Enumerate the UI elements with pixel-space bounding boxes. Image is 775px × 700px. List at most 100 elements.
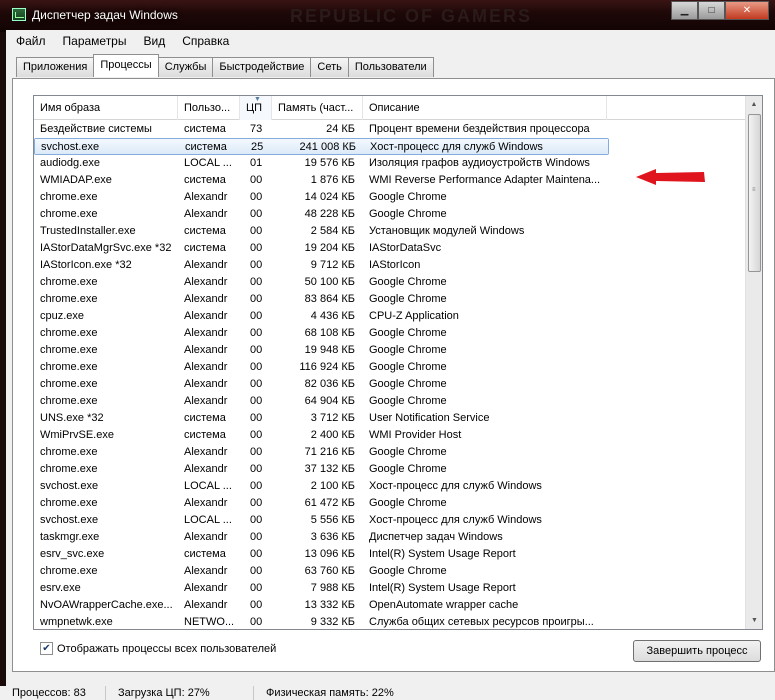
process-name: chrome.exe [40, 497, 98, 509]
table-row[interactable]: chrome.exe Alexandr 00 14 024 КБ Google Chro… [34, 189, 746, 206]
tab-strip: Приложения Процессы Службы Быстродействи… [16, 54, 434, 77]
table-row[interactable]: chrome.exe Alexandr 00 37 132 КБ Google Chro… [34, 461, 746, 478]
maximize-button[interactable]: □ [698, 1, 725, 20]
process-name: IAStorDataMgrSvc.exe *32 [40, 242, 172, 254]
process-memory: 2 584 КБ [310, 225, 355, 237]
status-bar: Процессов: 83 Загрузка ЦП: 27% Физическа… [0, 686, 775, 700]
process-description: Google Chrome [369, 565, 447, 577]
table-row-selected[interactable]: svchost.exe система 25 241 008 КБ Хост-проце… [34, 138, 746, 155]
column-header-name[interactable]: Имя образа [34, 96, 178, 120]
table-row[interactable]: chrome.exe Alexandr 00 83 864 КБ Google Chro… [34, 291, 746, 308]
end-process-button[interactable]: Завершить процесс [633, 640, 761, 662]
process-memory: 2 100 КБ [310, 480, 355, 492]
process-memory: 9 332 КБ [310, 616, 355, 628]
vertical-scrollbar[interactable]: ▲ ≡ ▼ [745, 96, 762, 629]
table-row[interactable]: IAStorDataMgrSvc.exe *32 система 00 19 204 … [34, 240, 746, 257]
table-row[interactable]: taskmgr.exe Alexandr 00 3 636 КБ Диспетчер з… [34, 529, 746, 546]
menu-file[interactable]: Файл [6, 32, 53, 52]
table-row[interactable]: TrustedInstaller.exe система 00 2 584 КБ Уст… [34, 223, 746, 240]
menu-bar: Файл Параметры Вид Справка [6, 32, 237, 52]
status-cpu-usage: Загрузка ЦП: 27% [106, 686, 254, 700]
process-rows: Бездействие системы система 73 24 КБ Процент… [34, 121, 746, 629]
wallpaper-watermark: REPUBLIC OF GAMERS [290, 6, 533, 26]
table-row[interactable]: chrome.exe Alexandr 00 68 108 КБ Google Chro… [34, 325, 746, 342]
process-memory: 14 024 КБ [304, 191, 355, 203]
table-row[interactable]: wmpnetwk.exe NETWO... 00 9 332 КБ Служба общ… [34, 614, 746, 629]
tab-processes[interactable]: Процессы [93, 54, 159, 77]
tab-performance[interactable]: Быстродействие [212, 57, 312, 77]
process-description: Intel(R) System Usage Report [369, 582, 516, 594]
process-user: LOCAL ... [184, 157, 232, 169]
process-memory: 5 556 КБ [310, 514, 355, 526]
process-description: Google Chrome [369, 208, 447, 220]
minimize-button[interactable]: ▁ [671, 1, 698, 20]
table-row[interactable]: chrome.exe Alexandr 00 50 100 КБ Google Chro… [34, 274, 746, 291]
column-header-cpu[interactable]: ▼ ЦП [240, 96, 272, 120]
process-memory: 9 712 КБ [310, 259, 355, 271]
tab-networking[interactable]: Сеть [310, 57, 349, 77]
process-description: Изоляция графов аудиоустройств Windows [369, 157, 590, 169]
process-memory: 71 216 КБ [304, 446, 355, 458]
table-row[interactable]: UNS.exe *32 система 00 3 712 КБ User Notific… [34, 410, 746, 427]
status-process-count: Процессов: 83 [0, 686, 106, 700]
table-row[interactable]: chrome.exe Alexandr 00 48 228 КБ Google Chro… [34, 206, 746, 223]
process-memory: 19 948 КБ [304, 344, 355, 356]
process-description: OpenAutomate wrapper cache [369, 599, 519, 611]
table-row[interactable]: chrome.exe Alexandr 00 61 472 КБ Google Chro… [34, 495, 746, 512]
process-description: IAStorIcon [369, 259, 421, 271]
table-row[interactable]: chrome.exe Alexandr 00 116 924 КБ Google Chr… [34, 359, 746, 376]
process-cpu: 00 [250, 361, 263, 373]
scroll-up-arrow-icon[interactable]: ▲ [746, 96, 762, 113]
table-row[interactable]: esrv_svc.exe система 00 13 096 КБ Intel(R) S… [34, 546, 746, 563]
process-user: система [184, 123, 226, 135]
table-row[interactable]: svchost.exe LOCAL ... 00 2 100 КБ Хост-проце… [34, 478, 746, 495]
table-row[interactable]: chrome.exe Alexandr 00 82 036 КБ Google Chro… [34, 376, 746, 393]
process-cpu: 00 [250, 497, 263, 509]
tab-users[interactable]: Пользователи [347, 57, 434, 77]
process-user: система [184, 174, 226, 186]
process-name: chrome.exe [40, 446, 98, 458]
table-row[interactable]: chrome.exe Alexandr 00 63 760 КБ Google Chro… [34, 563, 746, 580]
process-description: Google Chrome [369, 191, 447, 203]
process-name: NvOAWrapperCache.exe... [40, 599, 173, 611]
menu-options[interactable]: Параметры [53, 32, 134, 52]
menu-view[interactable]: Вид [133, 32, 172, 52]
process-cpu: 00 [250, 480, 263, 492]
table-row[interactable]: chrome.exe Alexandr 00 64 904 КБ Google Chro… [34, 393, 746, 410]
process-user: Alexandr [184, 310, 228, 322]
table-row[interactable]: NvOAWrapperCache.exe... Alexandr 00 13 332 … [34, 597, 746, 614]
process-memory: 63 760 КБ [304, 565, 355, 577]
menu-help[interactable]: Справка [172, 32, 236, 52]
column-header-user[interactable]: Пользо... [178, 96, 240, 120]
show-all-checkbox[interactable]: ✔ [40, 642, 53, 655]
scrollbar-thumb[interactable]: ≡ [748, 114, 761, 272]
process-user: Alexandr [184, 378, 228, 390]
tab-services[interactable]: Службы [157, 57, 214, 77]
column-header-memory[interactable]: Память (част... [272, 96, 363, 120]
table-row[interactable]: IAStorIcon.exe *32 Alexandr 00 9 712 КБ IASt… [34, 257, 746, 274]
table-row[interactable]: Бездействие системы система 73 24 КБ Процент… [34, 121, 746, 138]
process-user: Alexandr [184, 565, 228, 577]
task-manager-icon [12, 8, 26, 21]
close-button[interactable]: ✕ [725, 1, 769, 20]
process-cpu: 00 [250, 548, 263, 560]
process-memory: 13 096 КБ [304, 548, 355, 560]
process-name: Бездействие системы [40, 123, 152, 135]
table-row[interactable]: svchost.exe LOCAL ... 00 5 556 КБ Хост-проце… [34, 512, 746, 529]
column-header-description[interactable]: Описание [363, 96, 607, 120]
process-name: esrv_svc.exe [40, 548, 105, 560]
process-name: svchost.exe [40, 480, 99, 492]
table-row[interactable]: chrome.exe Alexandr 00 19 948 КБ Google Chro… [34, 342, 746, 359]
table-row[interactable]: cpuz.exe Alexandr 00 4 436 КБ CPU-Z Applicat… [34, 308, 746, 325]
table-row[interactable]: WmiPrvSE.exe система 00 2 400 КБ WMI Provide… [34, 427, 746, 444]
process-user: Alexandr [184, 208, 228, 220]
show-all-users-toggle[interactable]: ✔ Отображать процессы всех пользователей [40, 642, 276, 655]
tab-applications[interactable]: Приложения [16, 57, 95, 77]
table-row[interactable]: chrome.exe Alexandr 00 71 216 КБ Google Chro… [34, 444, 746, 461]
process-memory: 19 204 КБ [304, 242, 355, 254]
process-memory: 7 988 КБ [310, 582, 355, 594]
table-row[interactable]: esrv.exe Alexandr 00 7 988 КБ Intel(R) Syste… [34, 580, 746, 597]
scroll-down-arrow-icon[interactable]: ▼ [746, 612, 762, 629]
process-description: CPU-Z Application [369, 310, 459, 322]
window-title: Диспетчер задач Windows [32, 8, 178, 22]
